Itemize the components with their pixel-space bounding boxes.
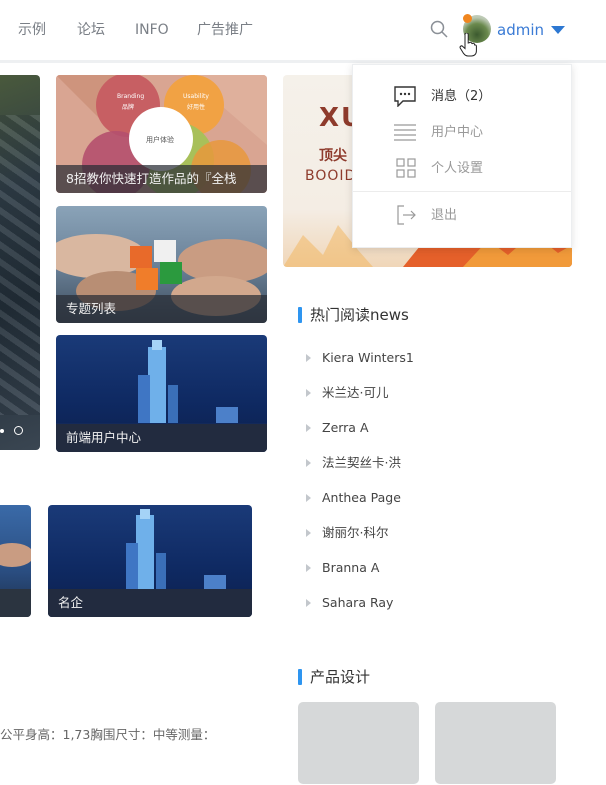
section-accent-bar bbox=[298, 307, 302, 323]
product-description: 公平身高：1,73胸围尺寸：中等测量： bbox=[0, 727, 216, 742]
venn-label-branding-cn: 品牌 bbox=[122, 104, 135, 111]
news-link[interactable]: Kiera Winters1 bbox=[322, 350, 414, 366]
hot-news-title: 热门阅读news bbox=[310, 306, 409, 324]
news-link[interactable]: Sahara Ray bbox=[322, 595, 393, 611]
news-link[interactable]: 谢丽尔·科尔 bbox=[322, 525, 388, 541]
venn-label-usability-cn: 好用性 bbox=[187, 104, 206, 111]
list-icon bbox=[394, 124, 416, 141]
triangle-bullet-icon bbox=[306, 459, 311, 467]
article-card[interactable]: 专题列表 bbox=[56, 206, 267, 323]
triangle-bullet-icon bbox=[306, 494, 311, 502]
article-card[interactable]: 名企 bbox=[48, 505, 252, 617]
news-link[interactable]: 法兰契丝卡·洪 bbox=[322, 455, 401, 471]
menu-divider bbox=[353, 191, 571, 192]
notification-dot bbox=[463, 14, 472, 23]
menu-item-messages[interactable]: 消息（2） bbox=[353, 79, 571, 115]
nav-item-forum[interactable]: 论坛 bbox=[77, 20, 105, 40]
card-image bbox=[0, 543, 31, 617]
search-icon[interactable] bbox=[430, 20, 448, 38]
nav-item-ads[interactable]: 广告推广 bbox=[197, 20, 253, 40]
article-card[interactable] bbox=[0, 505, 31, 617]
triangle-bullet-icon bbox=[306, 354, 311, 362]
menu-item-label: 个人设置 bbox=[431, 161, 484, 176]
user-dropdown-menu: 消息（2） 用户中心 个人设置 退出 bbox=[352, 64, 572, 248]
banner-line2: BOOID bbox=[305, 168, 357, 184]
chevron-down-icon[interactable] bbox=[551, 26, 565, 34]
news-link[interactable]: Anthea Page bbox=[322, 490, 401, 506]
menu-item-user-center[interactable]: 用户中心 bbox=[353, 115, 571, 151]
top-nav: 示例 论坛 INFO 广告推广 admin bbox=[0, 0, 606, 63]
carousel-image[interactable] bbox=[0, 75, 40, 450]
product-thumbnail[interactable] bbox=[435, 702, 556, 784]
grid-icon bbox=[396, 158, 416, 178]
news-link[interactable]: Zerra A bbox=[322, 420, 369, 436]
username-link[interactable]: admin bbox=[497, 20, 544, 40]
carousel-texture bbox=[0, 115, 40, 415]
card-caption: 专题列表 bbox=[56, 295, 267, 323]
news-link[interactable]: 米兰达·可儿 bbox=[322, 385, 388, 401]
news-link[interactable]: Branna A bbox=[322, 560, 379, 576]
venn-label-center: 用户体验 bbox=[146, 136, 174, 144]
triangle-bullet-icon bbox=[306, 564, 311, 572]
message-icon bbox=[394, 86, 416, 107]
menu-item-logout[interactable]: 退出 bbox=[353, 198, 571, 234]
nav-item-examples[interactable]: 示例 bbox=[18, 20, 46, 40]
card-caption: 前端用户中心 bbox=[56, 424, 267, 452]
triangle-bullet-icon bbox=[306, 389, 311, 397]
menu-item-label: 消息（2） bbox=[431, 89, 492, 104]
carousel-dot[interactable] bbox=[14, 426, 23, 435]
product-title: 产品设计 bbox=[310, 668, 371, 686]
card-caption: 名企 bbox=[48, 589, 252, 617]
menu-item-label: 用户中心 bbox=[431, 125, 484, 140]
carousel-dot[interactable] bbox=[0, 429, 4, 433]
logout-icon bbox=[397, 205, 416, 225]
venn-label-usability: Usability bbox=[183, 93, 209, 100]
section-accent-bar bbox=[298, 669, 302, 685]
article-card[interactable]: Branding 品牌 Usability 好用性 用户体验 8招教你快速打造作… bbox=[56, 75, 267, 193]
venn-label-branding: Branding bbox=[117, 93, 145, 100]
triangle-bullet-icon bbox=[306, 529, 311, 537]
article-card[interactable]: 前端用户中心 bbox=[56, 335, 267, 452]
hand-cursor-icon bbox=[459, 33, 477, 57]
card-caption: 8招教你快速打造作品的『全栈 bbox=[56, 165, 267, 193]
triangle-bullet-icon bbox=[306, 424, 311, 432]
menu-item-settings[interactable]: 个人设置 bbox=[353, 151, 571, 187]
nav-item-info[interactable]: INFO bbox=[135, 20, 169, 40]
banner-line1: 顶尖 bbox=[319, 148, 347, 164]
product-thumbnail[interactable] bbox=[298, 702, 419, 784]
triangle-bullet-icon bbox=[306, 599, 311, 607]
menu-item-label: 退出 bbox=[431, 208, 458, 223]
